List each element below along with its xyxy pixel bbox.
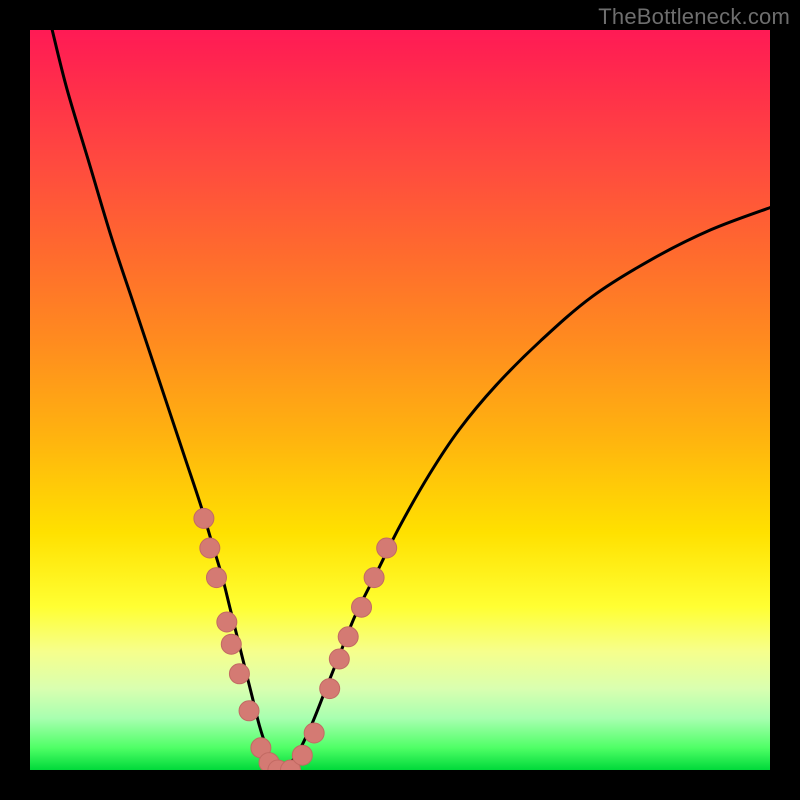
- data-marker: [217, 612, 237, 632]
- data-marker: [320, 679, 340, 699]
- bottleneck-curve: [52, 30, 770, 770]
- chart-frame: TheBottleneck.com: [0, 0, 800, 800]
- data-marker: [338, 627, 358, 647]
- data-marker: [364, 568, 384, 588]
- watermark-text: TheBottleneck.com: [598, 4, 790, 30]
- data-marker: [329, 649, 349, 669]
- plot-area: [30, 30, 770, 770]
- data-marker: [206, 568, 226, 588]
- data-marker: [304, 723, 324, 743]
- data-marker: [221, 634, 241, 654]
- data-marker: [352, 597, 372, 617]
- data-marker: [292, 745, 312, 765]
- data-marker: [239, 701, 259, 721]
- data-marker: [229, 664, 249, 684]
- data-marker: [377, 538, 397, 558]
- plot-svg: [30, 30, 770, 770]
- curve-path: [52, 30, 770, 770]
- data-marker: [194, 508, 214, 528]
- data-marker: [200, 538, 220, 558]
- data-markers: [194, 508, 397, 770]
